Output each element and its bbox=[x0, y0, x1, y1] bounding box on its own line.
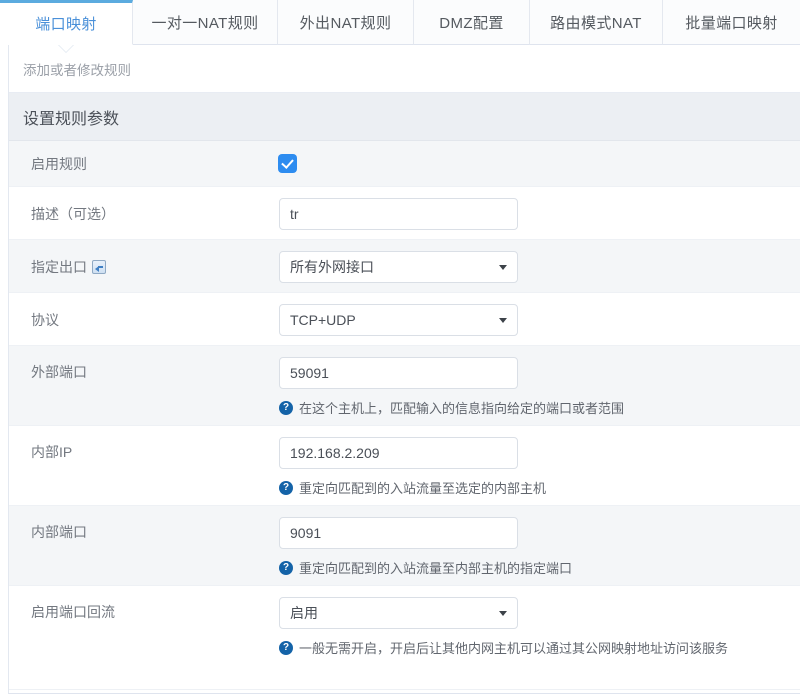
label-egress-interface: 指定出口 bbox=[31, 240, 279, 293]
label-text: 协议 bbox=[31, 313, 59, 327]
row-hairpin-nat: 启用端口回流 启用 ? 一般无需开启，开启后让其他内网主机可以通过其公网映射地址… bbox=[9, 586, 800, 690]
select-value: TCP+UDP bbox=[290, 312, 356, 328]
label-enable-rule: 启用规则 bbox=[31, 141, 279, 187]
label-text: 启用端口回流 bbox=[31, 605, 115, 619]
select-value: 启用 bbox=[290, 603, 318, 623]
label-text: 启用规则 bbox=[31, 157, 87, 171]
protocol-select-wrap: TCP+UDP bbox=[279, 304, 518, 336]
section-header: 设置规则参数 bbox=[9, 93, 800, 141]
panel-subtitle: 添加或者修改规则 bbox=[9, 45, 800, 93]
tab-label: DMZ配置 bbox=[439, 12, 504, 33]
field-enable-rule bbox=[279, 141, 800, 172]
tab-label: 外出NAT规则 bbox=[300, 12, 392, 33]
label-description: 描述（可选） bbox=[31, 187, 279, 240]
tab-label: 一对一NAT规则 bbox=[151, 12, 258, 33]
tab-label: 端口映射 bbox=[35, 13, 97, 34]
question-icon: ? bbox=[279, 641, 293, 655]
tab-bar: 端口映射 一对一NAT规则 外出NAT规则 DMZ配置 路由模式NAT 批量端口… bbox=[0, 0, 800, 45]
egress-interface-select-wrap: 所有外网接口 bbox=[279, 251, 518, 283]
hint-external-port: ? 在这个主机上，匹配输入的信息指向给定的端口或者范围 bbox=[279, 398, 800, 417]
label-internal-port: 内部端口 bbox=[31, 506, 279, 558]
row-internal-port: 内部端口 ? 重定向匹配到的入站流量至内部主机的指定端口 bbox=[9, 506, 800, 586]
tab-port-mapping[interactable]: 端口映射 bbox=[0, 0, 133, 45]
row-protocol: 协议 TCP+UDP bbox=[9, 293, 800, 346]
row-description: 描述（可选） bbox=[9, 187, 800, 240]
question-icon: ? bbox=[279, 481, 293, 495]
enable-rule-checkbox[interactable] bbox=[279, 155, 296, 172]
protocol-select[interactable]: TCP+UDP bbox=[279, 304, 518, 336]
label-text: 指定出口 bbox=[31, 260, 87, 274]
label-text: 内部端口 bbox=[31, 525, 87, 539]
row-egress-interface: 指定出口 所有外网接口 bbox=[9, 240, 800, 293]
tab-one-to-one-nat[interactable]: 一对一NAT规则 bbox=[133, 0, 278, 45]
label-text: 内部IP bbox=[31, 445, 72, 459]
hairpin-select-wrap: 启用 bbox=[279, 597, 518, 629]
label-hairpin-nat: 启用端口回流 bbox=[31, 586, 279, 638]
field-egress-interface: 所有外网接口 bbox=[279, 240, 800, 283]
field-description bbox=[279, 187, 800, 230]
rule-panel: 添加或者修改规则 设置规则参数 启用规则 描述（可选） 指定出口 bbox=[8, 45, 800, 694]
tab-label: 路由模式NAT bbox=[550, 12, 642, 33]
question-icon: ? bbox=[279, 401, 293, 415]
hint-text: 在这个主机上，匹配输入的信息指向给定的端口或者范围 bbox=[299, 398, 624, 417]
tab-label: 批量端口映射 bbox=[685, 12, 777, 33]
row-external-port: 外部端口 ? 在这个主机上，匹配输入的信息指向给定的端口或者范围 bbox=[9, 346, 800, 426]
field-external-port: ? 在这个主机上，匹配输入的信息指向给定的端口或者范围 bbox=[279, 346, 800, 417]
external-port-input[interactable] bbox=[279, 357, 518, 389]
tab-bulk-port-mapping[interactable]: 批量端口映射 bbox=[663, 0, 800, 45]
tab-route-mode-nat[interactable]: 路由模式NAT bbox=[530, 0, 663, 45]
field-internal-ip: ? 重定向匹配到的入站流量至选定的内部主机 bbox=[279, 426, 800, 497]
field-internal-port: ? 重定向匹配到的入站流量至内部主机的指定端口 bbox=[279, 506, 800, 577]
hint-internal-port: ? 重定向匹配到的入站流量至内部主机的指定端口 bbox=[279, 558, 800, 577]
field-protocol: TCP+UDP bbox=[279, 293, 800, 336]
hint-text: 一般无需开启，开启后让其他内网主机可以通过其公网映射地址访问该服务 bbox=[299, 638, 728, 657]
back-arrow-icon[interactable] bbox=[92, 260, 106, 274]
row-internal-ip: 内部IP ? 重定向匹配到的入站流量至选定的内部主机 bbox=[9, 426, 800, 506]
internal-ip-input[interactable] bbox=[279, 437, 518, 469]
hint-text: 重定向匹配到的入站流量至选定的内部主机 bbox=[299, 478, 546, 497]
internal-port-input[interactable] bbox=[279, 517, 518, 549]
port-forwarding-page: 端口映射 一对一NAT规则 外出NAT规则 DMZ配置 路由模式NAT 批量端口… bbox=[0, 0, 800, 694]
field-hairpin-nat: 启用 ? 一般无需开启，开启后让其他内网主机可以通过其公网映射地址访问该服务 bbox=[279, 586, 800, 657]
label-protocol: 协议 bbox=[31, 293, 279, 346]
label-internal-ip: 内部IP bbox=[31, 426, 279, 478]
hint-text: 重定向匹配到的入站流量至内部主机的指定端口 bbox=[299, 558, 572, 577]
label-external-port: 外部端口 bbox=[31, 346, 279, 398]
label-text: 描述（可选） bbox=[31, 207, 115, 221]
hairpin-select[interactable]: 启用 bbox=[279, 597, 518, 629]
tab-dmz-config[interactable]: DMZ配置 bbox=[414, 0, 530, 45]
label-text: 外部端口 bbox=[31, 365, 87, 379]
hint-hairpin-nat: ? 一般无需开启，开启后让其他内网主机可以通过其公网映射地址访问该服务 bbox=[279, 638, 800, 657]
question-icon: ? bbox=[279, 561, 293, 575]
select-value: 所有外网接口 bbox=[290, 257, 374, 277]
description-input[interactable] bbox=[279, 198, 518, 230]
egress-interface-select[interactable]: 所有外网接口 bbox=[279, 251, 518, 283]
row-enable-rule: 启用规则 bbox=[9, 141, 800, 187]
tab-outbound-nat[interactable]: 外出NAT规则 bbox=[278, 0, 414, 45]
hint-internal-ip: ? 重定向匹配到的入站流量至选定的内部主机 bbox=[279, 478, 800, 497]
